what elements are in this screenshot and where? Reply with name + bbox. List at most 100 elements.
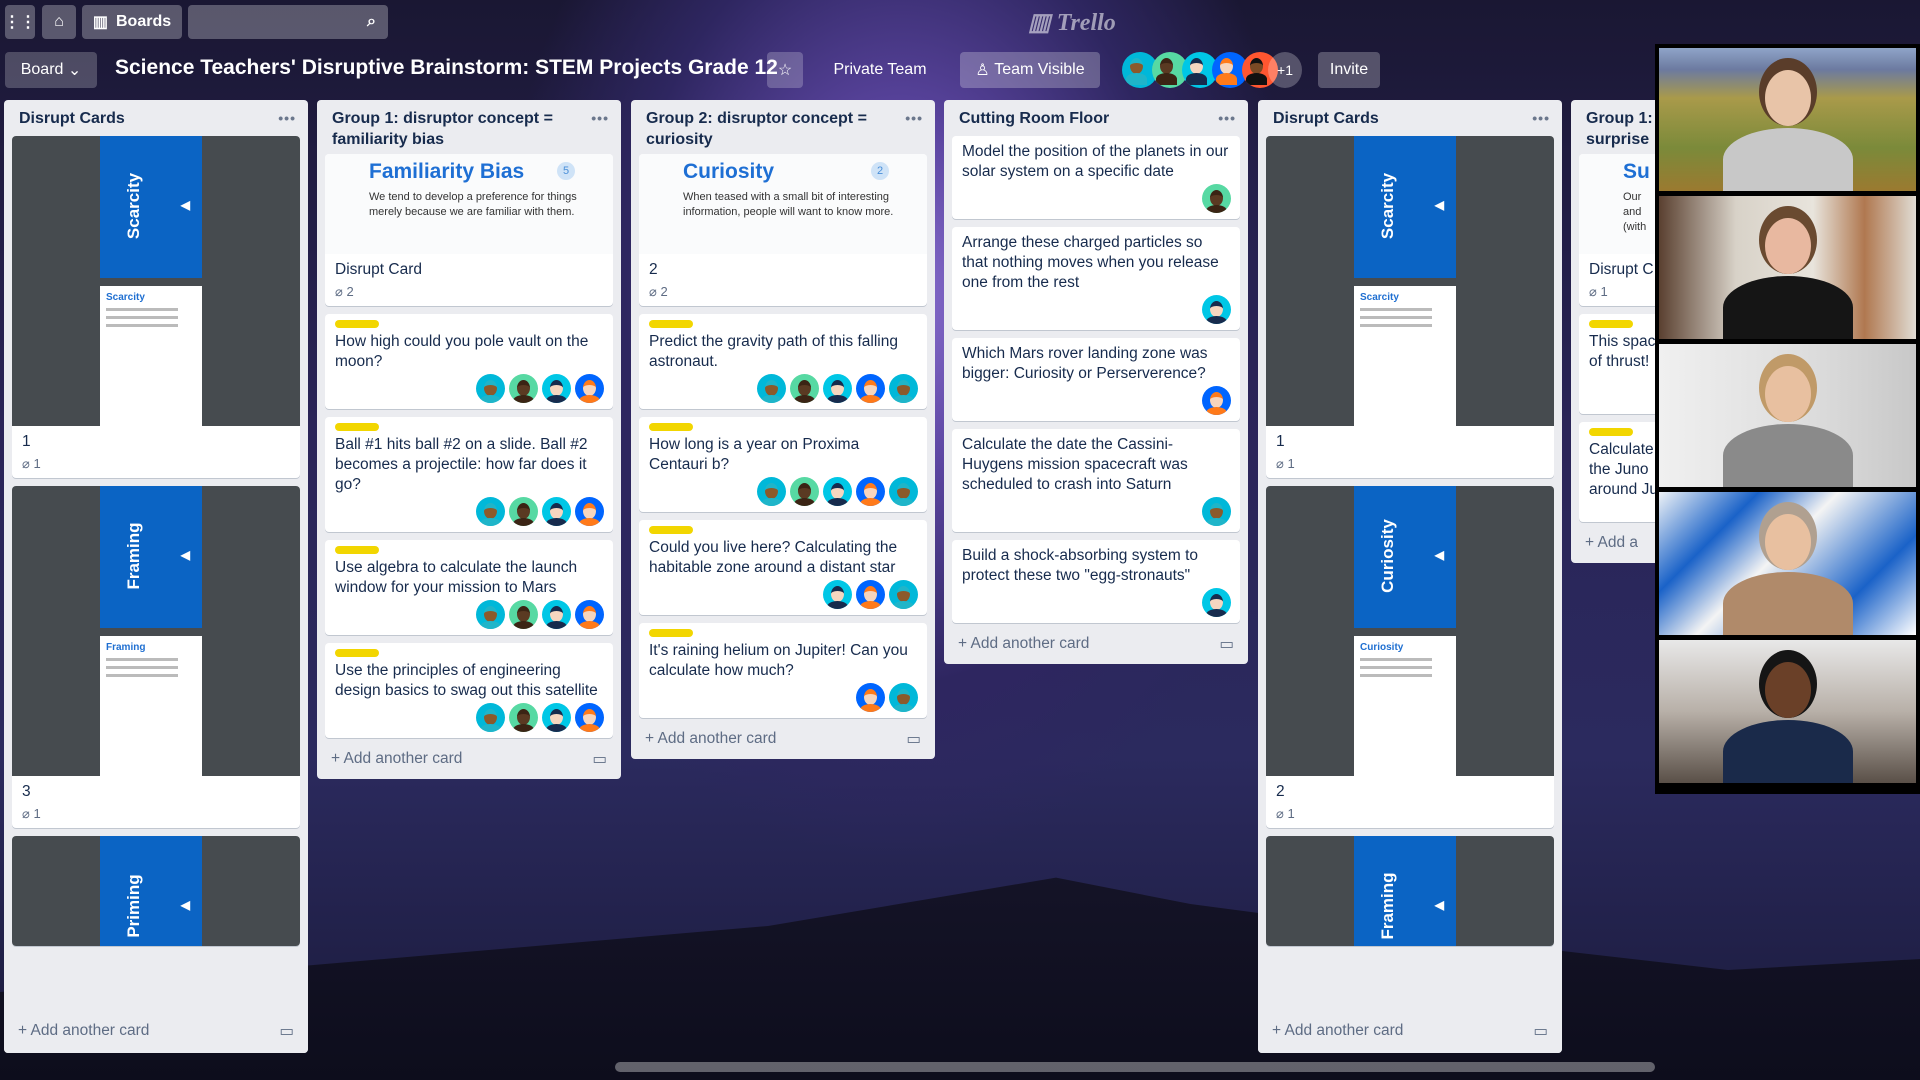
invite-button[interactable]: Invite (1318, 52, 1380, 88)
search-input[interactable]: ⌕ (188, 5, 388, 39)
member-avatar[interactable] (1202, 295, 1231, 324)
member-avatar[interactable] (856, 683, 885, 712)
card[interactable]: Which Mars rover landing zone was bigger… (952, 338, 1240, 421)
member-avatar[interactable] (856, 580, 885, 609)
attachment-badge: ⌀ 2 (335, 284, 604, 300)
team-button[interactable]: Private Team (820, 52, 940, 88)
member-avatar[interactable] (476, 374, 505, 403)
more-members-badge[interactable]: +1 (1268, 52, 1302, 88)
member-avatar[interactable] (823, 580, 852, 609)
card[interactable]: Predict the gravity path of this falling… (639, 314, 927, 409)
list-menu-icon[interactable]: ••• (591, 108, 609, 150)
card[interactable]: Ball #1 hits ball #2 on a slide. Ball #2… (325, 417, 613, 532)
star-icon[interactable]: ☆ (767, 52, 803, 88)
member-avatar[interactable] (889, 477, 918, 506)
member-avatar[interactable] (542, 703, 571, 732)
list-menu-icon[interactable]: ••• (278, 108, 296, 132)
card[interactable]: Use algebra to calculate the launch wind… (325, 540, 613, 635)
member-avatar[interactable] (790, 374, 819, 403)
list-title[interactable]: Disrupt Cards (1273, 108, 1379, 132)
card[interactable]: Curiosity 2 When teased with a small bit o… (639, 154, 927, 306)
member-avatar[interactable] (575, 600, 604, 629)
card[interactable]: Model the position of the planets in our… (952, 136, 1240, 219)
template-icon[interactable]: ▭ (592, 750, 607, 769)
add-card-button[interactable]: + Add another card ▭ (944, 631, 1248, 664)
card[interactable]: Use the principles of engineering design… (325, 643, 613, 738)
card[interactable]: Calculate the date the Cassini-Huygens m… (952, 429, 1240, 532)
card[interactable]: Framing ◀ Framing 3 ⌀ 1 (12, 486, 300, 828)
card-members (649, 477, 918, 506)
list-menu-icon[interactable]: ••• (1218, 108, 1236, 132)
boards-button[interactable]: ▥ Boards (82, 5, 182, 39)
add-card-button[interactable]: + Add another card ▭ (631, 726, 935, 759)
member-avatar[interactable] (856, 477, 885, 506)
template-icon[interactable]: ▭ (906, 730, 921, 749)
member-avatar[interactable] (542, 374, 571, 403)
home-icon[interactable]: ⌂ (42, 5, 76, 39)
member-avatar[interactable] (889, 683, 918, 712)
member-avatar[interactable] (575, 374, 604, 403)
member-avatar[interactable] (823, 477, 852, 506)
member-avatar[interactable] (575, 497, 604, 526)
member-avatar[interactable] (1202, 386, 1231, 415)
member-avatar[interactable] (509, 374, 538, 403)
card[interactable]: How high could you pole vault on the moo… (325, 314, 613, 409)
card[interactable]: Priming ◀ (12, 836, 300, 946)
card-members (649, 580, 918, 609)
member-avatar[interactable] (509, 600, 538, 629)
member-avatar[interactable] (575, 703, 604, 732)
card[interactable]: Could you live here? Calculating the hab… (639, 520, 927, 615)
card[interactable]: Scarcity ◀ Scarcity 1 ⌀ 1 (12, 136, 300, 478)
list-menu-icon[interactable]: ••• (1532, 108, 1550, 132)
list-title[interactable]: Group 2: disruptor concept = curiosity (646, 108, 905, 150)
horizontal-scrollbar[interactable] (615, 1062, 1655, 1072)
card[interactable]: Framing ◀ (1266, 836, 1554, 946)
cover-mini-card: Scarcity (1354, 286, 1456, 426)
list-title[interactable]: Cutting Room Floor (959, 108, 1109, 132)
member-avatar[interactable] (476, 600, 505, 629)
cover-arrow-icon: ◀ (1434, 898, 1444, 912)
member-avatar[interactable] (757, 477, 786, 506)
member-avatar[interactable] (1202, 497, 1231, 526)
member-avatar[interactable] (889, 374, 918, 403)
card[interactable]: Scarcity ◀ Scarcity 1 ⌀ 1 (1266, 136, 1554, 478)
add-card-button[interactable]: + Add another card ▭ (4, 1012, 308, 1053)
member-avatar[interactable] (509, 703, 538, 732)
board-members (1122, 52, 1278, 88)
add-card-button[interactable]: + Add another card ▭ (317, 746, 621, 779)
template-icon[interactable]: ▭ (1533, 1022, 1548, 1041)
attachment-count: 2 (346, 284, 354, 299)
card[interactable]: Curiosity ◀ Curiosity 2 ⌀ 1 (1266, 486, 1554, 828)
member-avatar[interactable] (1202, 184, 1231, 213)
card[interactable]: How long is a year on Proxima Centauri b… (639, 417, 927, 512)
list-title[interactable]: Group 1: disruptor concept = familiarity… (332, 108, 591, 150)
board-title[interactable]: Science Teachers' Disruptive Brainstorm:… (115, 56, 778, 80)
card[interactable]: Build a shock-absorbing system to protec… (952, 540, 1240, 623)
template-icon[interactable]: ▭ (279, 1022, 294, 1041)
member-avatar[interactable] (542, 497, 571, 526)
list-title[interactable]: Disrupt Cards (19, 108, 125, 132)
grid-icon[interactable]: ⋮⋮ (4, 5, 36, 39)
list-menu-icon[interactable]: ••• (905, 108, 923, 150)
board-view-dropdown[interactable]: Board ⌄ (5, 52, 97, 88)
list-title[interactable]: Group 1: surprise (1586, 108, 1653, 150)
member-avatar[interactable] (889, 580, 918, 609)
member-avatar[interactable] (476, 703, 505, 732)
visibility-button[interactable]: ♙ Team Visible (960, 52, 1100, 88)
member-avatar[interactable] (509, 497, 538, 526)
card-title: 2 (649, 261, 658, 278)
cover-arrow-icon: ◀ (180, 198, 190, 212)
member-avatar[interactable] (476, 497, 505, 526)
member-avatar[interactable] (757, 374, 786, 403)
card[interactable]: Familiarity Bias 5 We tend to develop a pr… (325, 154, 613, 306)
member-avatar[interactable] (856, 374, 885, 403)
card[interactable]: It's raining helium on Jupiter! Can you … (639, 623, 927, 718)
member-avatar[interactable] (790, 477, 819, 506)
member-avatar[interactable] (823, 374, 852, 403)
member-avatar[interactable] (1202, 588, 1231, 617)
add-card-button[interactable]: + Add another card ▭ (1258, 1012, 1562, 1053)
video-tile-participant (1659, 48, 1916, 191)
template-icon[interactable]: ▭ (1219, 635, 1234, 654)
card[interactable]: Arrange these charged particles so that … (952, 227, 1240, 330)
member-avatar[interactable] (542, 600, 571, 629)
